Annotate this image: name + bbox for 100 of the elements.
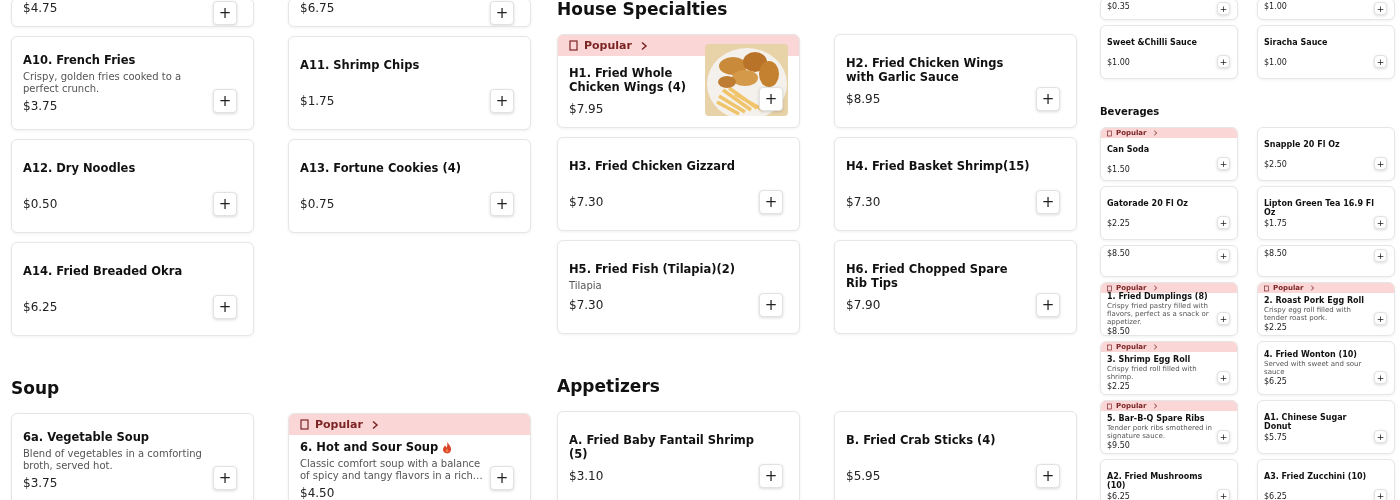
item-price: $4.75 — [23, 1, 59, 16]
item-name: A10. French Fries — [23, 52, 136, 67]
menu-item-card[interactable]: $0.35 + — [1100, 0, 1238, 20]
item-name: H2. Fried Chicken Wings with Garlic Sauce — [846, 55, 1005, 84]
menu-item-card[interactable]: A1. Chinese Sugar Donut $5.75 + — [1257, 400, 1395, 454]
item-price: $8.50 — [1107, 327, 1131, 335]
section-heading: House Specialties — [557, 0, 728, 21]
menu-item-card[interactable]: Popular 6. Hot and Sour Soup Classic comfort soup with a balance of spicy and tangy flavors in a rich… $4.50 + — [288, 413, 531, 500]
add-button[interactable]: + — [759, 293, 783, 317]
item-price: $5.95 — [846, 468, 882, 484]
add-button[interactable]: + — [490, 89, 514, 113]
add-button[interactable]: + — [1374, 249, 1387, 262]
menu-item-card[interactable]: $8.50 + — [1257, 245, 1395, 277]
add-button[interactable]: + — [1036, 464, 1060, 488]
menu-item-card[interactable]: A2. Fried Mushrooms (10) $6.25 + — [1100, 459, 1238, 500]
add-button[interactable]: + — [1374, 489, 1387, 500]
add-button[interactable]: + — [213, 89, 237, 113]
item-price: $3.75 — [23, 98, 59, 114]
add-button[interactable]: + — [1374, 312, 1387, 325]
add-button[interactable]: + — [1217, 489, 1230, 500]
add-button[interactable]: + — [1217, 2, 1230, 15]
add-button[interactable]: + — [490, 1, 514, 25]
add-button[interactable]: + — [1217, 371, 1230, 384]
menu-item-card[interactable]: A12. Dry Noodles $0.50 + — [11, 139, 254, 233]
item-price: $6.25 — [1264, 377, 1288, 386]
item-name: B. Fried Crab Sticks (4) — [846, 432, 996, 447]
item-price: $1.75 — [300, 93, 336, 109]
menu-item-card[interactable]: Snapple 20 Fl Oz $2.50 + — [1257, 127, 1395, 181]
item-name: Gatorade 20 Fl Oz — [1107, 198, 1188, 208]
item-price: $4.50 — [300, 486, 336, 500]
chevron-right-icon — [639, 40, 648, 51]
menu-item-card[interactable]: Gatorade 20 Fl Oz $2.25 + — [1100, 186, 1238, 240]
square-icon — [569, 40, 578, 51]
item-name: A. Fried Baby Fantail Shrimp (5) — [569, 432, 755, 461]
item-name: H6. Fried Chopped Spare Rib Tips — [846, 261, 1009, 290]
item-price: $2.50 — [1264, 159, 1288, 169]
item-name: 3. Shrimp Egg Roll — [1107, 355, 1191, 364]
menu-item-card[interactable]: $6.75 + — [288, 0, 531, 27]
add-button[interactable]: + — [759, 190, 783, 214]
add-button[interactable]: + — [1217, 216, 1230, 229]
add-button[interactable]: + — [1374, 430, 1387, 443]
chevron-right-icon — [1152, 285, 1158, 291]
menu-item-card[interactable]: H4. Fried Basket Shrimp(15) $7.30 + — [834, 137, 1077, 231]
item-price: $8.50 — [1264, 249, 1288, 258]
item-description: Blend of vegetables in a comforting broth, served hot. — [23, 447, 203, 472]
menu-item-card[interactable]: A11. Shrimp Chips $1.75 + — [288, 36, 531, 130]
menu-item-card[interactable]: A3. Fried Zucchini (10) $6.25 + — [1257, 459, 1395, 500]
menu-item-card[interactable]: B. Fried Crab Sticks (4) $5.95 + — [834, 411, 1077, 500]
item-description: Tilapia — [569, 279, 603, 292]
add-button[interactable]: + — [1374, 216, 1387, 229]
add-button[interactable]: + — [1217, 55, 1230, 68]
add-button[interactable]: + — [1036, 293, 1060, 317]
add-button[interactable]: + — [213, 192, 237, 216]
add-button[interactable]: + — [1217, 430, 1230, 443]
item-price: $7.95 — [569, 102, 605, 117]
chevron-right-icon — [1152, 130, 1158, 136]
menu-item-card[interactable]: H3. Fried Chicken Gizzard $7.30 + — [557, 137, 800, 231]
menu-item-card[interactable]: Lipton Green Tea 16.9 Fl Oz $1.75 + — [1257, 186, 1395, 240]
popular-banner[interactable]: Popular — [289, 414, 530, 435]
menu-item-card[interactable]: H2. Fried Chicken Wings with Garlic Sauce $8.95 + — [834, 34, 1077, 128]
add-button[interactable]: + — [490, 192, 514, 216]
add-button[interactable]: + — [213, 466, 237, 490]
add-button[interactable]: + — [1374, 157, 1387, 170]
item-price: $2.25 — [1264, 323, 1288, 332]
add-button[interactable]: + — [759, 464, 783, 488]
menu-item-card[interactable]: $4.75 + — [11, 0, 254, 27]
menu-item-card[interactable]: H6. Fried Chopped Spare Rib Tips $7.90 + — [834, 240, 1077, 334]
add-button[interactable]: + — [1374, 371, 1387, 384]
add-button[interactable]: + — [1217, 157, 1230, 170]
item-name: H5. Fried Fish (Tilapia)(2) — [569, 261, 736, 276]
section-heading: Beverages — [1100, 105, 1160, 119]
item-price: $3.75 — [23, 475, 59, 491]
item-name: A13. Fortune Cookies (4) — [300, 160, 461, 175]
item-price: $7.30 — [846, 194, 882, 210]
add-button[interactable]: + — [1374, 2, 1387, 15]
add-button[interactable]: + — [1374, 55, 1387, 68]
add-button[interactable]: + — [1036, 87, 1060, 111]
add-button[interactable]: + — [490, 466, 514, 490]
menu-item-card[interactable]: A10. French Fries Crispy, golden fries cooked to a perfect crunch. $3.75 + — [11, 36, 254, 130]
item-name: 2. Roast Pork Egg Roll — [1264, 296, 1365, 305]
section-heading: Soup — [11, 377, 60, 400]
add-button[interactable]: + — [1217, 312, 1230, 325]
menu-item-card[interactable]: A14. Fried Breaded Okra $6.25 + — [11, 242, 254, 336]
item-price: $0.75 — [300, 196, 336, 212]
add-button[interactable]: + — [1036, 190, 1060, 214]
menu-item-card[interactable]: A13. Fortune Cookies (4) $0.75 + — [288, 139, 531, 233]
add-button[interactable]: + — [1217, 249, 1230, 262]
menu-item-card[interactable]: H5. Fried Fish (Tilapia)(2) Tilapia $7.30 + — [557, 240, 800, 334]
add-button[interactable]: + — [213, 295, 237, 319]
add-button[interactable]: + — [213, 1, 237, 25]
menu-item-card[interactable]: Popular H1. Fried Whole Chicken Wings (4) $7.95 + — [557, 34, 800, 128]
menu-item-card[interactable]: $8.50 + — [1100, 245, 1238, 277]
item-name: A1. Chinese Sugar Donut — [1264, 412, 1348, 431]
menu-item-card[interactable]: Siracha Sauce $1.00 + — [1257, 25, 1395, 79]
add-button[interactable]: + — [759, 87, 783, 111]
menu-item-card[interactable]: 6a. Vegetable Soup Blend of vegetables in a comforting broth, served hot. $3.75 + — [11, 413, 254, 500]
menu-item-card[interactable]: Sweet &Chilli Sauce $1.00 + — [1100, 25, 1238, 79]
item-price: $7.90 — [846, 297, 882, 313]
menu-item-card[interactable]: A. Fried Baby Fantail Shrimp (5) $3.10 + — [557, 411, 800, 500]
menu-item-card[interactable]: $1.00 + — [1257, 0, 1395, 20]
